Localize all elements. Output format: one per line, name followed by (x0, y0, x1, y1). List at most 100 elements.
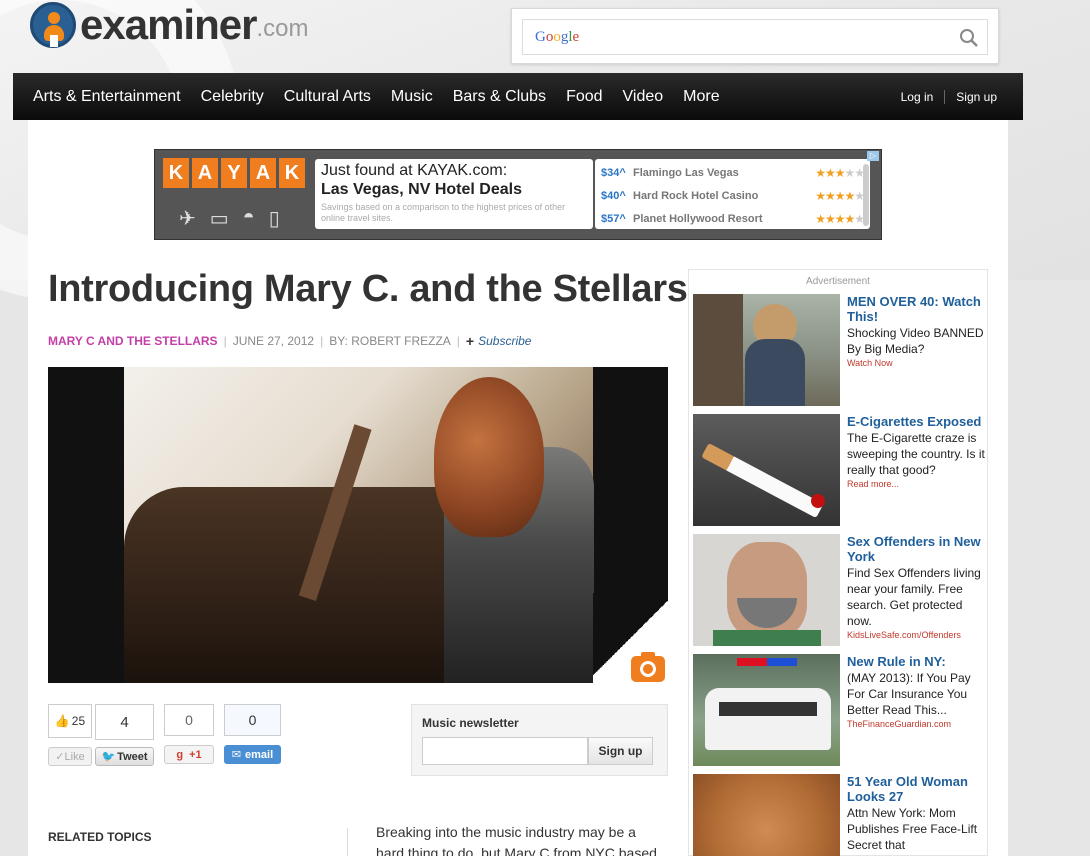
travel-icons: ✈ ▭ ◓ ▯ (179, 206, 280, 231)
ad-thumbnail[interactable] (693, 534, 840, 646)
tweet-count: 4 (120, 713, 129, 731)
twitter-bird-icon: 🐦 (101, 751, 116, 763)
star-rating-icon: ★★★★★ (815, 188, 865, 203)
kayak-ad-copy: Just found at KAYAK.com: Las Vegas, NV H… (315, 159, 593, 229)
newsletter-signup-button[interactable]: Sign up (588, 737, 653, 765)
tweet-button[interactable]: 🐦 Tweet (95, 747, 154, 766)
kayak-letter: Y (221, 158, 247, 188)
facebook-like-label: Like (64, 750, 85, 763)
sidebar-ads: Advertisement MEN OVER 40: Watch This! S… (688, 269, 988, 856)
nav-item-arts-entertainment[interactable]: Arts & Entertainment (33, 73, 181, 120)
facebook-like-button[interactable]: ✓ Like (48, 747, 92, 766)
sidebar-ad-item[interactable]: New Rule in NY: (MAY 2013): If You Pay F… (693, 654, 987, 766)
ad-thumbnail[interactable] (693, 414, 840, 526)
signup-link[interactable]: Sign up (956, 90, 997, 104)
column-divider (347, 828, 348, 856)
newsletter-label: Music newsletter (422, 716, 519, 730)
main-nav: Arts & Entertainment Celebrity Cultural … (13, 73, 1023, 120)
nav-item-cultural-arts[interactable]: Cultural Arts (284, 73, 371, 120)
email-count-box: 0 (224, 704, 281, 736)
ad-source-link[interactable]: TheFinanceGuardian.com (847, 719, 989, 729)
plus-icon[interactable]: + (466, 333, 474, 349)
kayak-deal-row[interactable]: $57^ Planet Hollywood Resort ★★★★★ (601, 207, 865, 230)
ad-description: Attn New York: Mom Publishes Free Face-L… (847, 806, 978, 852)
meta-divider: | (320, 334, 324, 348)
ad-thumbnail[interactable] (693, 774, 840, 856)
ad-headline-link[interactable]: New Rule in NY: (847, 654, 989, 669)
envelope-icon: ✉ (231, 749, 242, 761)
star-rating-icon: ★★★★★ (815, 165, 865, 180)
gplus-count-box: 0 (164, 704, 214, 736)
article-title: Introducing Mary C. and the Stellars (48, 268, 688, 310)
examiner-logo-icon (30, 2, 76, 48)
article-category-link[interactable]: MARY C AND THE STELLARS (48, 334, 218, 348)
ad-description: The E-Cigarette craze is sweeping the co… (847, 431, 985, 477)
ad-headline-link[interactable]: MEN OVER 40: Watch This! (847, 294, 989, 324)
sidebar-ad-item[interactable]: 51 Year Old Woman Looks 27 Attn New York… (693, 774, 987, 856)
phone-icon: ▯ (268, 208, 280, 230)
bed-icon: ▭ (209, 208, 229, 230)
logo-wordmark: examiner (80, 1, 257, 48)
nav-item-bars-clubs[interactable]: Bars & Clubs (453, 73, 546, 120)
ad-description: (MAY 2013): If You Pay For Car Insurance… (847, 671, 971, 717)
search-box: Google (522, 19, 988, 55)
gplus-button[interactable]: g +1 (164, 745, 214, 764)
auth-divider (944, 89, 946, 104)
kayak-deal-row[interactable]: $40^ Hard Rock Hotel Casino ★★★★★ (601, 184, 865, 207)
sidebar-ad-item[interactable]: E-Cigarettes Exposed The E-Cigarette cra… (693, 414, 987, 526)
article-body-line: Breaking into the music industry may be … (376, 824, 636, 840)
article-meta: MARY C AND THE STELLARS | JUNE 27, 2012 … (48, 333, 531, 349)
email-share-button[interactable]: ✉ email (224, 745, 281, 764)
car-icon: ◓ (242, 206, 255, 228)
ad-thumbnail[interactable] (693, 654, 840, 766)
nav-item-food[interactable]: Food (566, 73, 602, 120)
ad-headline-link[interactable]: 51 Year Old Woman Looks 27 (847, 774, 989, 804)
search-icon[interactable] (959, 28, 979, 48)
kayak-logo: K A Y A K (163, 158, 305, 188)
deal-hotel-name: Flamingo Las Vegas (633, 166, 739, 179)
kayak-letter: A (250, 158, 276, 188)
search-input[interactable] (593, 24, 953, 50)
article-hero-image[interactable] (48, 367, 668, 683)
ad-thumbnail[interactable] (693, 294, 840, 406)
kayak-letter: K (163, 158, 189, 188)
kayak-deal-row[interactable]: $34^ Flamingo Las Vegas ★★★★★ (601, 161, 865, 184)
kayak-letter: A (192, 158, 218, 188)
gplus-count: 0 (185, 712, 193, 728)
login-link[interactable]: Log in (901, 90, 934, 104)
star-rating-icon: ★★★★★ (815, 211, 865, 226)
kayak-ad-line1: Just found at KAYAK.com: (321, 162, 508, 179)
ad-headline-link[interactable]: Sex Offenders in New York (847, 534, 989, 564)
deal-price: $57^ (601, 212, 626, 225)
nav-item-more[interactable]: More (683, 73, 719, 120)
kayak-ad-disclaimer: Savings based on a comparison to the hig… (321, 202, 566, 223)
examiner-logo[interactable]: examiner .com (30, 0, 308, 50)
advertisement-label: Advertisement (806, 276, 870, 287)
sidebar-ad-item[interactable]: Sex Offenders in New York Find Sex Offen… (693, 534, 987, 646)
facebook-like-box[interactable]: 👍 25 (48, 704, 92, 738)
kayak-letter: K (279, 158, 305, 188)
newsletter-email-field[interactable] (422, 737, 588, 765)
search-widget: Google (511, 8, 999, 64)
nav-item-celebrity[interactable]: Celebrity (201, 73, 264, 120)
sidebar-ad-item[interactable]: MEN OVER 40: Watch This! Shocking Video … (693, 294, 987, 406)
ad-headline-link[interactable]: E-Cigarettes Exposed (847, 414, 989, 429)
gplus-icon: g (176, 748, 184, 761)
camera-icon[interactable] (631, 652, 665, 682)
ad-description: Find Sex Offenders living near your fami… (847, 566, 981, 628)
kayak-banner-ad[interactable]: K A Y A K ✈ ▭ ◓ ▯ Just found at KAYAK.co… (154, 149, 882, 240)
thumbs-up-icon: 👍 (54, 714, 70, 728)
deal-price: $34^ (601, 166, 626, 179)
nav-item-music[interactable]: Music (391, 73, 433, 120)
meta-divider: | (223, 334, 227, 348)
deals-scrollbar[interactable] (863, 164, 869, 226)
ad-source-link[interactable]: Watch Now (847, 358, 989, 368)
logo-tld: .com (256, 15, 309, 42)
facebook-like-count: 25 (71, 714, 86, 728)
tweet-label: Tweet (117, 750, 148, 763)
ad-source-link[interactable]: Read more... (847, 479, 989, 489)
subscribe-link[interactable]: Subscribe (478, 334, 531, 348)
nav-item-video[interactable]: Video (623, 73, 664, 120)
ad-source-link[interactable]: KidsLiveSafe.com/Offenders (847, 630, 989, 640)
adchoices-icon[interactable]: ▷ (867, 151, 879, 161)
